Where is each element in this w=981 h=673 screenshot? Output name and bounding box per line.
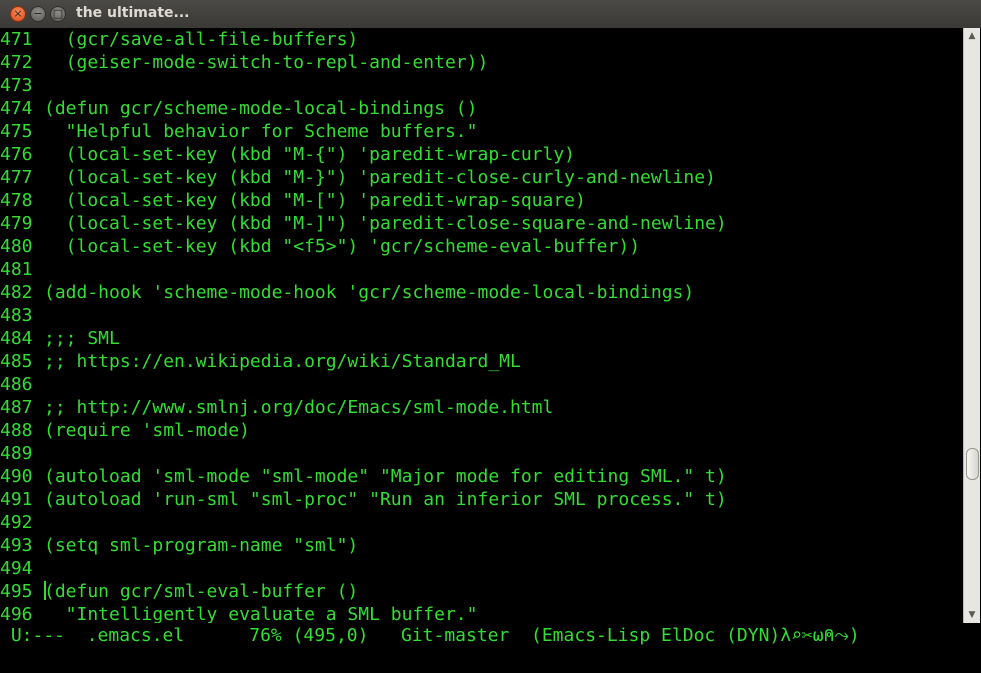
code-line[interactable]: 478 (local-set-key (kbd "M-[") 'paredit-… bbox=[0, 189, 586, 212]
code-text: (local-set-key (kbd "M-[") 'paredit-wrap… bbox=[44, 190, 586, 211]
code-text: "Helpful behavior for Scheme buffers." bbox=[44, 121, 478, 142]
line-number: 473 bbox=[0, 75, 33, 96]
line-number: 487 bbox=[0, 397, 33, 418]
vertical-scrollbar[interactable]: ▲ ▼ bbox=[963, 28, 980, 623]
code-text: (local-set-key (kbd "M-}") 'paredit-clos… bbox=[44, 167, 716, 188]
line-number: 474 bbox=[0, 98, 33, 119]
code-line[interactable]: 483 bbox=[0, 304, 44, 327]
line-number: 480 bbox=[0, 236, 33, 257]
code-text: ;; https://en.wikipedia.org/wiki/Standar… bbox=[44, 351, 521, 372]
code-line[interactable]: 488 (require 'sml-mode) bbox=[0, 419, 250, 442]
code-text: (local-set-key (kbd "<f5>") 'gcr/scheme-… bbox=[44, 236, 641, 257]
code-line[interactable]: 479 (local-set-key (kbd "M-]") 'paredit-… bbox=[0, 212, 727, 235]
line-number: 488 bbox=[0, 420, 33, 441]
code-text: ;; http://www.smlnj.org/doc/Emacs/sml-mo… bbox=[44, 397, 554, 418]
title-bar[interactable]: × − □ the ultimate... bbox=[0, 0, 981, 29]
minibuffer[interactable] bbox=[0, 649, 981, 673]
code-line[interactable]: 486 bbox=[0, 373, 44, 396]
line-number: 483 bbox=[0, 305, 33, 326]
code-text: (autoload 'run-sml "sml-proc" "Run an in… bbox=[44, 489, 727, 510]
code-text: (autoload 'sml-mode "sml-mode" "Major mo… bbox=[44, 466, 727, 487]
line-number: 493 bbox=[0, 535, 33, 556]
line-number: 482 bbox=[0, 282, 33, 303]
code-line[interactable]: 477 (local-set-key (kbd "M-}") 'paredit-… bbox=[0, 166, 716, 189]
window-title: the ultimate... bbox=[76, 5, 190, 21]
line-number: 481 bbox=[0, 259, 33, 280]
code-text: (defun gcr/scheme-mode-local-bindings () bbox=[44, 98, 478, 119]
close-window-button[interactable]: × bbox=[10, 6, 26, 22]
code-line[interactable]: 493 (setq sml-program-name "sml") bbox=[0, 534, 358, 557]
line-number: 479 bbox=[0, 213, 33, 234]
line-number: 492 bbox=[0, 512, 33, 533]
code-line[interactable]: 496 "Intelligently evaluate a SML buffer… bbox=[0, 603, 477, 623]
code-text: "Intelligently evaluate a SML buffer." bbox=[44, 604, 478, 623]
emacs-window: × − □ the ultimate... 471 (gcr/save-all-… bbox=[0, 0, 981, 673]
line-number: 472 bbox=[0, 52, 33, 73]
line-number: 489 bbox=[0, 443, 33, 464]
code-text: (local-set-key (kbd "M-{") 'paredit-wrap… bbox=[44, 144, 576, 165]
code-text: (setq sml-program-name "sml") bbox=[44, 535, 359, 556]
code-line[interactable]: 474 (defun gcr/scheme-mode-local-bindings… bbox=[0, 97, 477, 120]
line-number: 494 bbox=[0, 558, 33, 579]
code-text: (defun gcr/sml-eval-buffer () bbox=[44, 581, 359, 602]
line-number: 485 bbox=[0, 351, 33, 372]
code-line[interactable]: 495 (defun gcr/sml-eval-buffer () bbox=[0, 580, 358, 603]
code-line[interactable]: 484 ;;; SML bbox=[0, 327, 120, 350]
scroll-up-arrow-icon[interactable]: ▲ bbox=[964, 28, 980, 44]
line-number: 486 bbox=[0, 374, 33, 395]
code-line[interactable]: 471 (gcr/save-all-file-buffers) bbox=[0, 28, 358, 51]
scroll-down-arrow-icon[interactable]: ▼ bbox=[964, 607, 980, 623]
code-line[interactable]: 489 bbox=[0, 442, 44, 465]
code-line[interactable]: 491 (autoload 'run-sml "sml-proc" "Run an… bbox=[0, 488, 727, 511]
code-line[interactable]: 494 bbox=[0, 557, 44, 580]
code-line[interactable]: 481 bbox=[0, 258, 44, 281]
scrollbar-thumb[interactable] bbox=[966, 448, 979, 480]
line-number: 496 bbox=[0, 604, 33, 623]
code-line[interactable]: 485 ;; https://en.wikipedia.org/wiki/Stan… bbox=[0, 350, 521, 373]
code-text: (gcr/save-all-file-buffers) bbox=[44, 29, 359, 50]
line-number: 491 bbox=[0, 489, 33, 510]
line-number: 476 bbox=[0, 144, 33, 165]
line-number: 477 bbox=[0, 167, 33, 188]
line-number: 495 bbox=[0, 581, 33, 602]
line-number: 478 bbox=[0, 190, 33, 211]
code-line[interactable]: 475 "Helpful behavior for Scheme buffers… bbox=[0, 120, 477, 143]
minimize-window-button[interactable]: − bbox=[30, 6, 46, 22]
code-line[interactable]: 480 (local-set-key (kbd "<f5>") 'gcr/sch… bbox=[0, 235, 640, 258]
code-line[interactable]: 472 (geiser-mode-switch-to-repl-and-ente… bbox=[0, 51, 488, 74]
code-line[interactable]: 492 bbox=[0, 511, 44, 534]
code-text: (local-set-key (kbd "M-]") 'paredit-clos… bbox=[44, 213, 727, 234]
code-line[interactable]: 487 ;; http://www.smlnj.org/doc/Emacs/sml… bbox=[0, 396, 553, 419]
code-text: (add-hook 'scheme-mode-hook 'gcr/scheme-… bbox=[44, 282, 695, 303]
line-number: 490 bbox=[0, 466, 33, 487]
line-number: 471 bbox=[0, 29, 33, 50]
code-line[interactable]: 482 (add-hook 'scheme-mode-hook 'gcr/sche… bbox=[0, 281, 694, 304]
code-line[interactable]: 473 bbox=[0, 74, 44, 97]
code-text: ;;; SML bbox=[44, 328, 120, 349]
code-text: (require 'sml-mode) bbox=[44, 420, 250, 441]
editor-buffer[interactable]: 471 (gcr/save-all-file-buffers) 472 (geis… bbox=[0, 28, 932, 623]
maximize-window-button[interactable]: □ bbox=[50, 6, 66, 22]
mode-line: U:--- .emacs.el 76% (495,0) Git-master (… bbox=[0, 623, 981, 649]
line-number: 475 bbox=[0, 121, 33, 142]
code-text: (geiser-mode-switch-to-repl-and-enter)) bbox=[44, 52, 489, 73]
line-number: 484 bbox=[0, 328, 33, 349]
code-line[interactable]: 476 (local-set-key (kbd "M-{") 'paredit-… bbox=[0, 143, 575, 166]
code-line[interactable]: 490 (autoload 'sml-mode "sml-mode" "Major… bbox=[0, 465, 727, 488]
